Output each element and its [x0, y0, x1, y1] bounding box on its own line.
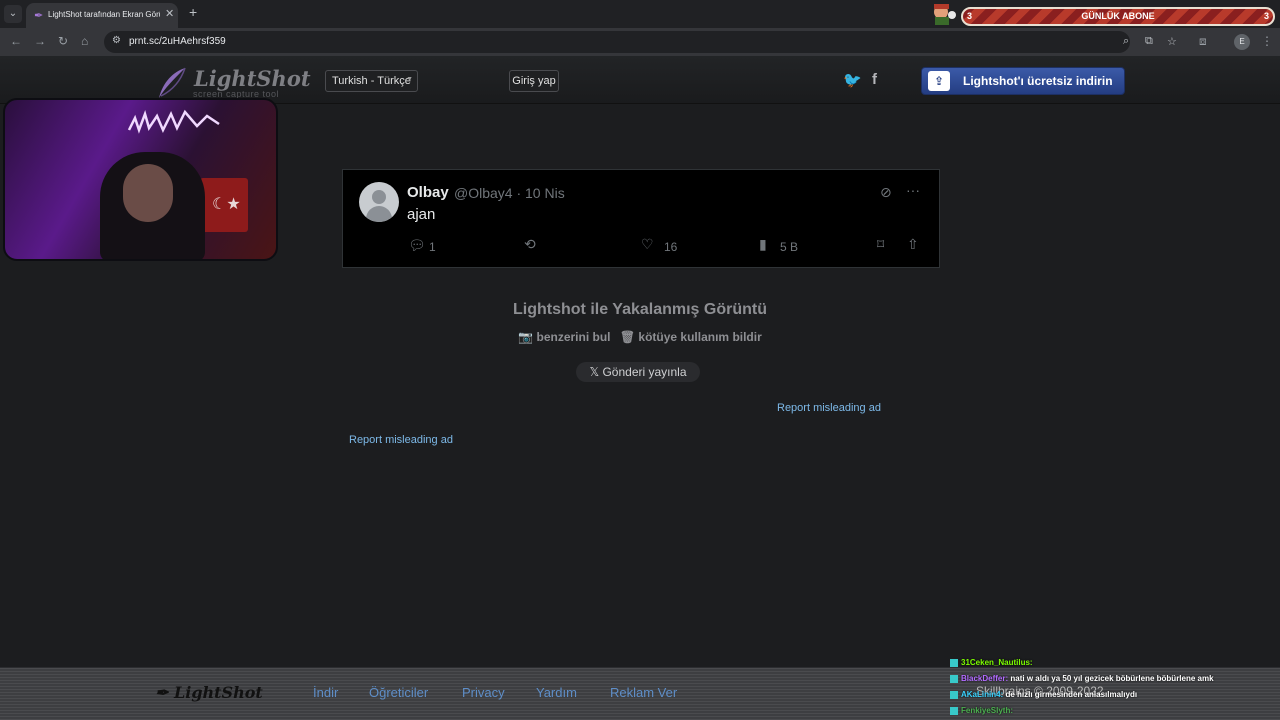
subscriber-banner-title: GÜNLÜK ABONE — [1081, 11, 1155, 21]
report-abuse-link[interactable]: 🗑 kötüye kullanım bildir — [620, 330, 762, 344]
browser-menu-icon[interactable]: ⋮ — [1261, 34, 1273, 48]
back-arrow-icon[interactable]: ← — [10, 34, 22, 48]
logo-text: LightShot — [194, 66, 311, 91]
like-count: 16 — [664, 240, 678, 254]
share-icon[interactable]: ⇧ — [907, 236, 919, 253]
site-info-icon[interactable]: ⚙ — [112, 35, 121, 46]
reply-icon[interactable]: 💬︎ — [408, 237, 426, 254]
address-bar[interactable]: ⚙ prnt.sc/2uHAehrsf359 ⌕ ⧉ ☆ — [104, 31, 1177, 53]
chat-message: 31Ceken_Nautilus: — [950, 658, 1033, 667]
address-url: prnt.sc/2uHAehrsf359 — [129, 36, 226, 47]
streamer-face — [123, 164, 173, 222]
chevron-down-icon: ▼ — [406, 76, 413, 83]
facebook-icon[interactable]: f — [872, 71, 877, 88]
profile-avatar[interactable]: E — [1234, 34, 1250, 50]
browser-tab-bar: ⌄ ✒ LightShot tarafından Ekran Görüntüsü… — [0, 0, 1280, 28]
views-icon[interactable]: ▮ — [759, 236, 767, 253]
mascot-icon — [934, 4, 956, 25]
tweet-text: ajan — [407, 206, 436, 223]
report-ad-link[interactable]: Report misleading ad — [777, 402, 881, 414]
capture-title: Lightshot ile Yakalanmış Görüntü — [513, 301, 767, 318]
new-tab-button[interactable]: + — [189, 4, 197, 20]
tab-title: LightShot tarafından Ekran Görüntüsü — [48, 10, 160, 19]
like-icon[interactable]: ♡ — [641, 236, 654, 253]
browser-toolbar: ← → ↻ ⌂ ⚙ prnt.sc/2uHAehrsf359 ⌕ ⧉ ☆ ⧈ E… — [0, 28, 1280, 56]
language-select[interactable]: Turkish - Türkçe ▼ — [325, 70, 418, 92]
reply-count: 1 — [429, 240, 436, 254]
download-icon: ⇪ — [928, 71, 950, 91]
chat-message: AKaLinin4: de hızlı girmesinden anlasılm… — [950, 690, 1137, 699]
install-app-icon[interactable]: ⧉ — [1145, 35, 1153, 48]
subscriber-count-right: 3 — [1263, 11, 1269, 21]
report-ad-link[interactable]: Report misleading ad — [349, 434, 453, 446]
webcam-overlay: ☾★ — [3, 98, 278, 261]
download-button[interactable]: ⇪ Lightshot'ı ücretsiz indirin — [921, 67, 1125, 95]
post-to-x-button[interactable]: 𝕏 Gönderi yayınla — [576, 362, 700, 382]
neon-sign-icon — [127, 109, 220, 134]
footer-link-tutorials[interactable]: Öğreticiler — [369, 685, 428, 700]
tweet-handle-date: @Olbay4 · 10 Nis — [454, 185, 565, 201]
tab-search-button[interactable]: ⌄ — [4, 5, 22, 23]
reload-icon[interactable]: ↻ — [58, 34, 68, 48]
bookmark-star-icon[interactable]: ☆ — [1167, 35, 1177, 48]
avatar[interactable] — [359, 182, 399, 222]
capture-actions: 📷 benzerini bul 🗑 kötüye kullanım bildir — [0, 330, 1280, 344]
footer-logo[interactable]: ✒ LightShot — [155, 683, 263, 702]
zoom-icon[interactable]: ⌕ — [1123, 35, 1129, 48]
chat-message: BlackDeffer: nati w aldı ya 50 yıl gezic… — [950, 674, 1214, 683]
forward-arrow-icon[interactable]: → — [34, 34, 46, 48]
tab-close-icon[interactable]: ✕ — [165, 7, 174, 20]
retweet-icon[interactable]: ⟲ — [524, 236, 536, 253]
bookmark-icon[interactable]: ⌑ — [877, 236, 884, 253]
download-button-label: Lightshot'ı ücretsiz indirin — [963, 74, 1113, 88]
turkish-flag: ☾★ — [200, 178, 248, 232]
lightshot-header: LightShot screen capture tool Turkish - … — [0, 56, 1280, 104]
login-button[interactable]: Giriş yap — [509, 70, 559, 92]
footer-link-privacy[interactable]: Privacy — [462, 685, 505, 700]
lightshot-favicon-icon: ✒ — [34, 10, 44, 22]
twitter-icon[interactable]: 🐦 — [843, 71, 862, 89]
grok-icon[interactable]: ⊘ — [880, 184, 892, 201]
chat-message: FenkiyeSlyth: — [950, 706, 1013, 715]
tweet-author-name[interactable]: Olbay — [407, 184, 449, 201]
browser-tab[interactable]: ✒ LightShot tarafından Ekran Görüntüsü ✕ — [26, 3, 178, 28]
footer-link-advertise[interactable]: Reklam Ver — [610, 685, 677, 700]
feather-icon — [159, 67, 186, 98]
find-similar-link[interactable]: 📷 benzerini bul — [518, 330, 610, 344]
daily-subscriber-banner: 3 GÜNLÜK ABONE 3 — [961, 7, 1275, 26]
home-icon[interactable]: ⌂ — [81, 34, 88, 48]
lightshot-logo[interactable]: LightShot screen capture tool — [155, 64, 311, 100]
footer-link-help[interactable]: Yardım — [536, 685, 577, 700]
more-options-icon[interactable]: ··· — [906, 182, 920, 198]
tweet-card: Olbay @Olbay4 · 10 Nis ajan ⊘ ··· 💬︎ 1 ⟲… — [342, 169, 940, 268]
view-count: 5 B — [780, 240, 799, 254]
footer-link-download[interactable]: İndir — [313, 685, 338, 700]
language-select-value: Turkish - Türkçe — [332, 75, 411, 87]
extensions-icon[interactable]: ⧈ — [1199, 34, 1207, 49]
